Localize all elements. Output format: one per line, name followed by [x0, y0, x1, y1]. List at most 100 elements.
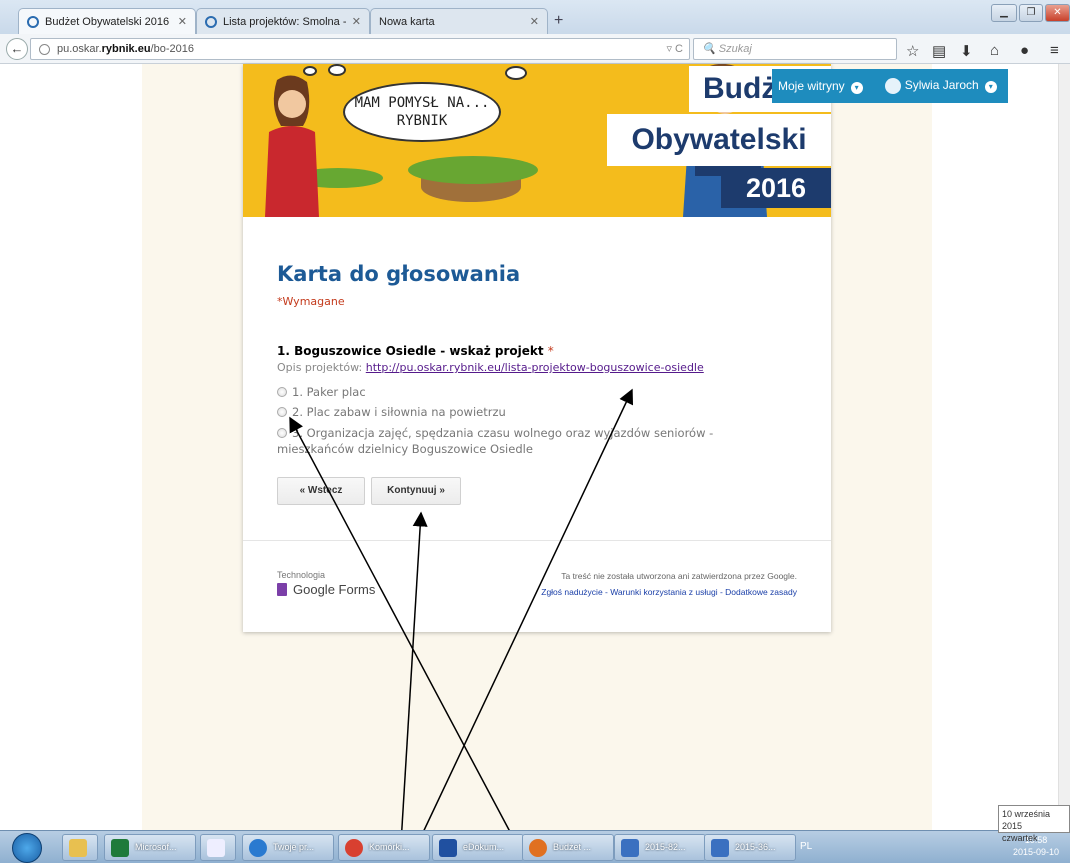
- disclaimer: Ta treść nie została utworzona ani zatwi…: [561, 571, 797, 581]
- word-icon: [621, 839, 639, 857]
- navigation-bar: ← o pu.oskar.rybnik.eu/bo-2016 ▿ C 🔍 Szu…: [0, 34, 1070, 64]
- tab-title: Lista projektów: Smolna - ...: [223, 15, 346, 28]
- my-sites-menu[interactable]: Moje witryny ▾: [778, 79, 863, 94]
- speech-line-1: MAM POMYSŁ NA...: [354, 95, 490, 111]
- town-island: [408, 156, 538, 184]
- radio-button[interactable]: [277, 387, 287, 397]
- tab-title: Budżet Obywatelski 2016 - ...: [45, 15, 172, 28]
- edokumenty-icon: [439, 839, 457, 857]
- thought-bubble: [328, 64, 346, 76]
- scrollbar[interactable]: [1058, 64, 1070, 830]
- url-domain: rybnik.eu: [101, 43, 151, 55]
- option-1[interactable]: 1. Paker plac: [277, 384, 757, 400]
- ie-icon: [249, 839, 267, 857]
- question-text: 1. Boguszowice Osiedle - wskaż projekt: [277, 344, 544, 358]
- back-button[interactable]: ←: [6, 38, 28, 60]
- word-icon: [711, 839, 729, 857]
- back-form-button[interactable]: « Wstecz: [277, 477, 365, 505]
- form-card: MAM POMYSŁ NA... RYBNIK Budżet Obywatels…: [243, 64, 831, 632]
- taskbar-mail[interactable]: [200, 834, 236, 861]
- tab-nowa-karta[interactable]: Nowa karta ✕: [370, 8, 548, 34]
- brand-text: Google Forms: [293, 582, 376, 597]
- tooltip-date: 10 września 2015: [1002, 809, 1051, 831]
- language-indicator[interactable]: PL: [800, 841, 812, 852]
- option-label: 1. Paker plac: [292, 385, 366, 399]
- clock-date: 2015-09-10: [1012, 847, 1060, 857]
- speech-bubble: MAM POMYSŁ NA... RYBNIK: [343, 82, 501, 142]
- footer-links[interactable]: Zgłoś nadużycie - Warunki korzystania z …: [541, 587, 797, 597]
- taskbar-ie[interactable]: Twoje pr...: [242, 834, 334, 861]
- close-icon[interactable]: ✕: [352, 15, 361, 28]
- avatar: [884, 78, 901, 94]
- folder-icon: [69, 839, 87, 857]
- tooltip-day: czwartek: [1002, 833, 1038, 843]
- window-close-button[interactable]: ✕: [1045, 4, 1070, 22]
- wordpress-admin-bar: Moje witryny ▾ Sylwia Jaroch ▾: [772, 69, 1008, 103]
- question-title: 1. Boguszowice Osiedle - wskaż projekt *: [277, 344, 554, 358]
- tab-title: Nowa karta: [379, 15, 435, 28]
- technology-label: Technologia: [277, 570, 326, 580]
- user-menu[interactable]: Sylwia Jaroch ▾: [884, 78, 997, 94]
- taskbar-firefox[interactable]: Budżet ...: [522, 834, 614, 861]
- page-viewport: MAM POMYSŁ NA... RYBNIK Budżet Obywatels…: [0, 64, 1070, 830]
- desc-label: Opis projektów:: [277, 361, 363, 374]
- radio-button[interactable]: [277, 428, 287, 438]
- woman-illustration: [265, 75, 319, 217]
- date-tooltip: 10 września 2015 czwartek: [998, 805, 1070, 843]
- option-3[interactable]: 3. Organizacja zajęć, spędzania czasu wo…: [277, 425, 757, 457]
- option-label: 3. Organizacja zajęć, spędzania czasu wo…: [277, 426, 714, 456]
- ie-page-icon: e: [27, 15, 39, 28]
- required-marker: *: [547, 344, 554, 358]
- chrome-icon: [345, 839, 363, 857]
- tab-budzet[interactable]: e Budżet Obywatelski 2016 - ... ✕: [18, 8, 196, 34]
- search-icon: 🔍: [702, 43, 716, 55]
- url-path: /bo-2016: [150, 43, 194, 55]
- windows-taskbar: Microsof... Twoje pr... Komórki... eDoku…: [0, 830, 1070, 863]
- banner-title-line-2: Obywatelski: [607, 114, 831, 166]
- taskbar-chrome[interactable]: Komórki...: [338, 834, 430, 861]
- thought-bubble: [505, 66, 527, 80]
- reload-icon[interactable]: ▿ C: [666, 39, 683, 59]
- taskbar-word-2[interactable]: 2015-36...: [704, 834, 796, 861]
- google-forms-icon: [277, 583, 287, 596]
- banner-image: MAM POMYSŁ NA... RYBNIK Budżet Obywatels…: [243, 64, 831, 217]
- divider: [243, 540, 831, 541]
- taskbar-word-1[interactable]: 2015-82...: [614, 834, 706, 861]
- mail-icon: [207, 839, 225, 857]
- firefox-icon: [529, 839, 547, 857]
- close-icon[interactable]: ✕: [530, 15, 539, 28]
- chat-icon[interactable]: ●: [1020, 42, 1029, 59]
- search-placeholder: Szukaj: [718, 43, 752, 55]
- continue-button[interactable]: Kontynuuj »: [371, 477, 461, 505]
- radio-button[interactable]: [277, 407, 287, 417]
- explorer-taskbar-button[interactable]: [62, 834, 98, 861]
- taskbar-excel[interactable]: Microsof...: [104, 834, 196, 861]
- search-input[interactable]: 🔍 Szukaj: [693, 38, 897, 60]
- google-forms-logo[interactable]: Google Forms: [277, 582, 375, 597]
- menu-icon[interactable]: ≡: [1050, 42, 1059, 59]
- banner-year: 2016: [721, 168, 831, 208]
- address-bar[interactable]: o pu.oskar.rybnik.eu/bo-2016 ▿ C: [30, 38, 690, 60]
- home-icon[interactable]: ⌂: [990, 42, 999, 59]
- bookmark-star-icon[interactable]: ☆: [906, 42, 919, 60]
- tab-lista-projektow[interactable]: e Lista projektów: Smolna - ... ✕: [196, 8, 370, 34]
- excel-icon: [111, 839, 129, 857]
- new-tab-button[interactable]: +: [554, 12, 563, 30]
- start-button[interactable]: [12, 833, 42, 863]
- required-note: *Wymagane: [277, 295, 345, 308]
- question-description: Opis projektów: http://pu.oskar.rybnik.e…: [277, 361, 704, 374]
- close-icon[interactable]: ✕: [178, 15, 187, 28]
- option-2[interactable]: 2. Plac zabaw i siłownia na powietrzu: [277, 404, 757, 420]
- chevron-down-icon: ▾: [850, 81, 863, 94]
- speech-line-2: RYBNIK: [396, 113, 448, 129]
- downloads-icon[interactable]: ⬇: [960, 42, 973, 60]
- projects-link[interactable]: http://pu.oskar.rybnik.eu/lista-projekto…: [366, 361, 704, 374]
- chevron-down-icon: ▾: [984, 81, 997, 94]
- thought-bubble: [303, 66, 317, 76]
- taskbar-edokumenty[interactable]: eDokum...: [432, 834, 524, 861]
- minimize-button[interactable]: ▁: [991, 4, 1017, 22]
- reading-list-icon[interactable]: ▤: [932, 42, 946, 60]
- browser-tab-bar: e Budżet Obywatelski 2016 - ... ✕ e List…: [0, 0, 1070, 34]
- form-title: Karta do głosowania: [277, 262, 521, 286]
- maximize-button[interactable]: ❐: [1019, 4, 1043, 22]
